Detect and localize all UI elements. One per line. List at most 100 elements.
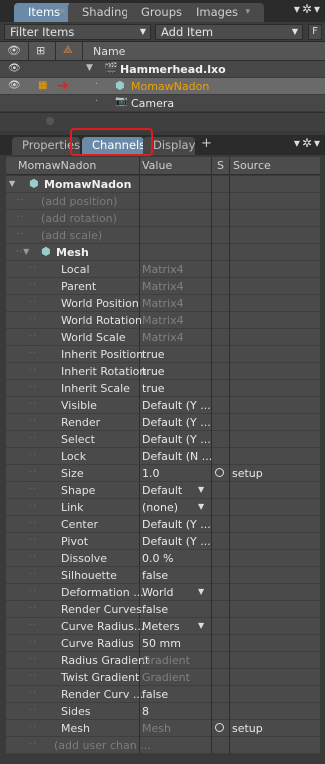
- channel-row[interactable]: ·· Visible Default (Y ...: [6, 397, 320, 414]
- filter-items-dropdown[interactable]: Filter Items ▼: [4, 24, 151, 40]
- channel-value[interactable]: Mesh: [142, 722, 171, 735]
- channel-row[interactable]: ·· (add user chan ...: [6, 737, 320, 754]
- channel-row[interactable]: ·· World Position Matrix4: [6, 295, 320, 312]
- channel-value[interactable]: 50 mm: [142, 637, 181, 650]
- lock-grid-icon[interactable]: ▦: [38, 80, 47, 91]
- channel-row[interactable]: ·· World Scale Matrix4: [6, 329, 320, 346]
- channel-value[interactable]: false: [142, 569, 168, 582]
- channel-row[interactable]: ·· Curve Radius... Meters ▼: [6, 618, 320, 635]
- channel-value[interactable]: true: [142, 348, 165, 361]
- tree-connector: ··: [29, 654, 38, 665]
- channel-value[interactable]: Default (Y ...: [142, 518, 211, 531]
- chevron-down-icon[interactable]: ▼: [198, 587, 204, 596]
- tab-shading[interactable]: Shading: [68, 3, 134, 22]
- channel-value[interactable]: (none): [142, 501, 178, 514]
- filter-f-button[interactable]: F: [308, 24, 322, 40]
- channel-value[interactable]: Matrix4: [142, 297, 184, 310]
- channel-row[interactable]: ·· Radius Gradient Gradient: [6, 652, 320, 669]
- channel-row[interactable]: ·· Center Default (Y ...: [6, 516, 320, 533]
- channel-value[interactable]: Matrix4: [142, 280, 184, 293]
- gear-icon[interactable]: ✲: [302, 136, 314, 150]
- channel-value[interactable]: true: [142, 382, 165, 395]
- channel-row[interactable]: ·· Curve Radius 50 mm: [6, 635, 320, 652]
- channel-row[interactable]: ·· Sides 8: [6, 703, 320, 720]
- channel-value[interactable]: true: [142, 365, 165, 378]
- channel-value[interactable]: 1.0: [142, 467, 160, 480]
- channel-row[interactable]: ·· Silhouette false: [6, 567, 320, 584]
- options-icon[interactable]: ▾: [314, 136, 322, 150]
- chevron-down-icon[interactable]: ▼: [198, 502, 204, 511]
- channel-row[interactable]: ·· Mesh Mesh setup: [6, 720, 320, 737]
- channel-value[interactable]: 8: [142, 705, 149, 718]
- expand-triangle-icon[interactable]: ▼: [86, 63, 93, 73]
- visibility-eye-icon[interactable]: 👁: [8, 80, 21, 91]
- tab-dropdown-icon[interactable]: ▾: [245, 3, 250, 21]
- channel-value[interactable]: Gradient: [142, 671, 190, 684]
- channel-row[interactable]: ·· Inherit Rotation true: [6, 363, 320, 380]
- channel-value[interactable]: Matrix4: [142, 314, 184, 327]
- channel-value[interactable]: Default: [142, 484, 182, 497]
- grid-column-icon[interactable]: ⊞: [36, 44, 45, 57]
- channel-value[interactable]: Gradient: [142, 654, 190, 667]
- visibility-eye-icon[interactable]: 👁: [8, 63, 21, 74]
- tab-images[interactable]: Images ▾: [182, 3, 264, 22]
- channel-value[interactable]: Matrix4: [142, 263, 184, 276]
- channel-row[interactable]: ·· Inherit Position true: [6, 346, 320, 363]
- chevron-down-icon[interactable]: ▼: [198, 485, 204, 494]
- source-column-header[interactable]: Source: [233, 159, 271, 172]
- pin-icon[interactable]: ▾: [294, 2, 302, 16]
- channel-value[interactable]: Matrix4: [142, 331, 184, 344]
- channel-value[interactable]: Default (Y ...: [142, 535, 211, 548]
- state-circle-icon[interactable]: [215, 723, 224, 732]
- item-row-scene[interactable]: 👁 ▼ 🎬 Hammerhead.lxo: [0, 61, 325, 78]
- channel-value[interactable]: Meters: [142, 620, 180, 633]
- chevron-down-icon[interactable]: ▼: [198, 621, 204, 630]
- channel-row[interactable]: ·· Inherit Scale true: [6, 380, 320, 397]
- channel-row[interactable]: ·· (add scale): [6, 227, 320, 244]
- channel-value[interactable]: World: [142, 586, 174, 599]
- channel-value[interactable]: Default (Y ...: [142, 399, 211, 412]
- state-circle-icon[interactable]: [215, 468, 224, 477]
- tab-items[interactable]: Items ✕: [14, 3, 72, 22]
- channel-value[interactable]: Default (Y ...: [142, 416, 211, 429]
- channel-row[interactable]: ·· Pivot Default (Y ...: [6, 533, 320, 550]
- visibility-column-eye-icon[interactable]: 👁: [7, 44, 21, 57]
- channel-name-column-header[interactable]: MomawNadon: [18, 159, 96, 172]
- channel-row[interactable]: ·· Size 1.0 setup: [6, 465, 320, 482]
- channel-row[interactable]: ·· Render Default (Y ...: [6, 414, 320, 431]
- options-icon[interactable]: ▾: [314, 2, 322, 16]
- name-column-header[interactable]: Name: [93, 45, 125, 58]
- channel-value[interactable]: false: [142, 688, 168, 701]
- channel-row[interactable]: ·· World Rotation Matrix4: [6, 312, 320, 329]
- axis-column-icon[interactable]: ⟁: [63, 43, 73, 57]
- value-column-header[interactable]: Value: [142, 159, 172, 172]
- scroll-handle[interactable]: [46, 117, 54, 125]
- gear-icon[interactable]: ✲: [302, 2, 314, 16]
- add-tab-button[interactable]: +: [201, 136, 212, 151]
- channel-row[interactable]: ▼ ⬢ MomawNadon: [6, 176, 320, 193]
- channel-value[interactable]: false: [142, 603, 168, 616]
- s-column-header[interactable]: S: [217, 159, 224, 172]
- close-icon[interactable]: ✕: [58, 3, 66, 21]
- channel-row[interactable]: ·· Link (none) ▼: [6, 499, 320, 516]
- channel-value[interactable]: Default (Y ...: [142, 433, 211, 446]
- channel-row[interactable]: ·· Select Default (Y ...: [6, 431, 320, 448]
- channel-row[interactable]: ·· Deformation ... World ▼: [6, 584, 320, 601]
- channel-row[interactable]: ·· Local Matrix4: [6, 261, 320, 278]
- channel-value[interactable]: 0.0 %: [142, 552, 173, 565]
- channel-row[interactable]: ·· Render Curves false: [6, 601, 320, 618]
- channel-row[interactable]: ··▼ ⬢ Mesh: [6, 244, 320, 261]
- channel-row[interactable]: ·· Shape Default ▼: [6, 482, 320, 499]
- channel-row[interactable]: ·· Render Curv ... false: [6, 686, 320, 703]
- channel-row[interactable]: ·· (add rotation): [6, 210, 320, 227]
- item-row-mesh[interactable]: 👁 ▦ ➔ · ⬢ MomawNadon: [0, 78, 325, 95]
- channel-row[interactable]: ·· (add position): [6, 193, 320, 210]
- channel-row[interactable]: ·· Twist Gradient Gradient: [6, 669, 320, 686]
- item-row-camera[interactable]: · 📷 Camera: [0, 95, 325, 112]
- channel-row[interactable]: ·· Lock Default (N ...: [6, 448, 320, 465]
- pin-icon[interactable]: ▾: [294, 136, 302, 150]
- channel-row[interactable]: ·· Dissolve 0.0 %: [6, 550, 320, 567]
- channel-row[interactable]: ·· Parent Matrix4: [6, 278, 320, 295]
- channel-value[interactable]: Default (N ...: [142, 450, 212, 463]
- add-item-dropdown[interactable]: Add Item ▼: [155, 24, 303, 40]
